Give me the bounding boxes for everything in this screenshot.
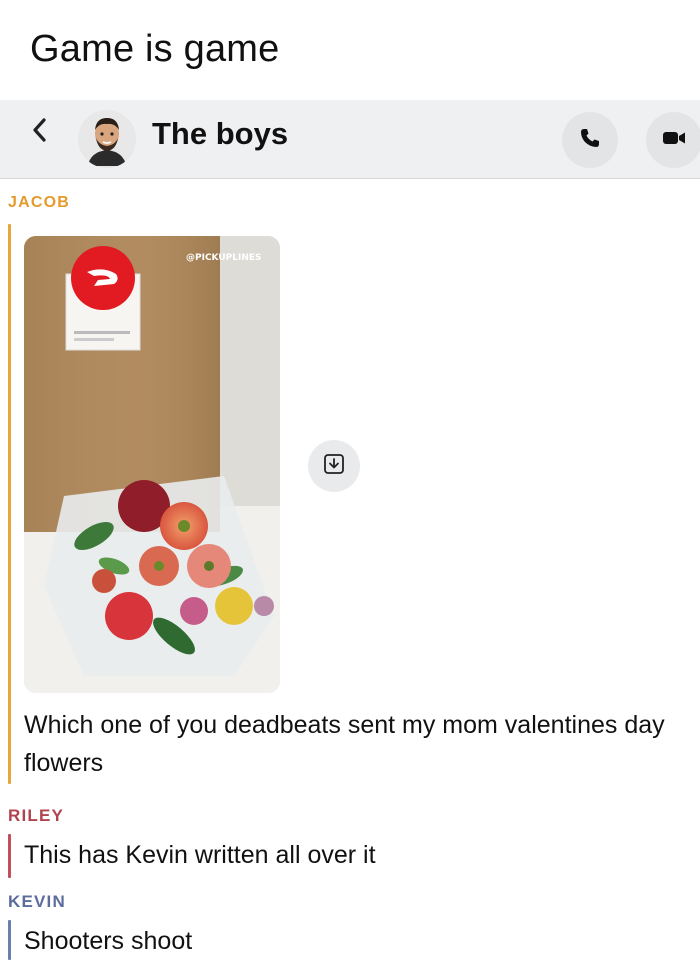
message-accent-bar bbox=[8, 834, 11, 878]
video-call-button[interactable] bbox=[646, 112, 700, 168]
meme-page: Game is game The boys JACOB @PICKUPLINES… bbox=[0, 0, 700, 963]
call-button[interactable] bbox=[562, 112, 618, 168]
video-camera-icon bbox=[661, 128, 687, 152]
sender-name-riley: RILEY bbox=[8, 806, 65, 825]
message-text-kevin: Shooters shoot bbox=[24, 927, 193, 955]
chat-title: The boys bbox=[152, 116, 289, 151]
message-accent-bar bbox=[8, 920, 11, 960]
save-button[interactable] bbox=[308, 440, 360, 492]
chevron-left-icon bbox=[30, 117, 50, 147]
message-accent-bar bbox=[8, 224, 11, 784]
chat-header: The boys bbox=[0, 100, 700, 179]
back-button[interactable] bbox=[22, 114, 58, 150]
save-download-icon bbox=[322, 452, 346, 480]
bitmoji-avatar-icon bbox=[78, 110, 136, 168]
watermark-text: @PICKUPLINES bbox=[186, 253, 262, 263]
message-text-riley: This has Kevin written all over it bbox=[24, 841, 376, 869]
sender-name-jacob: JACOB bbox=[8, 194, 71, 211]
sender-name-kevin: KEVIN bbox=[8, 892, 66, 911]
doordash-bag-with-flowers-icon: @PICKUPLINES bbox=[24, 236, 280, 693]
message-text-jacob: Which one of you deadbeats sent my mom v… bbox=[24, 711, 665, 777]
snap-image-attachment[interactable]: @PICKUPLINES bbox=[24, 236, 280, 693]
avatar[interactable] bbox=[78, 110, 136, 168]
phone-icon bbox=[578, 126, 602, 154]
meme-title: Game is game bbox=[30, 28, 280, 70]
